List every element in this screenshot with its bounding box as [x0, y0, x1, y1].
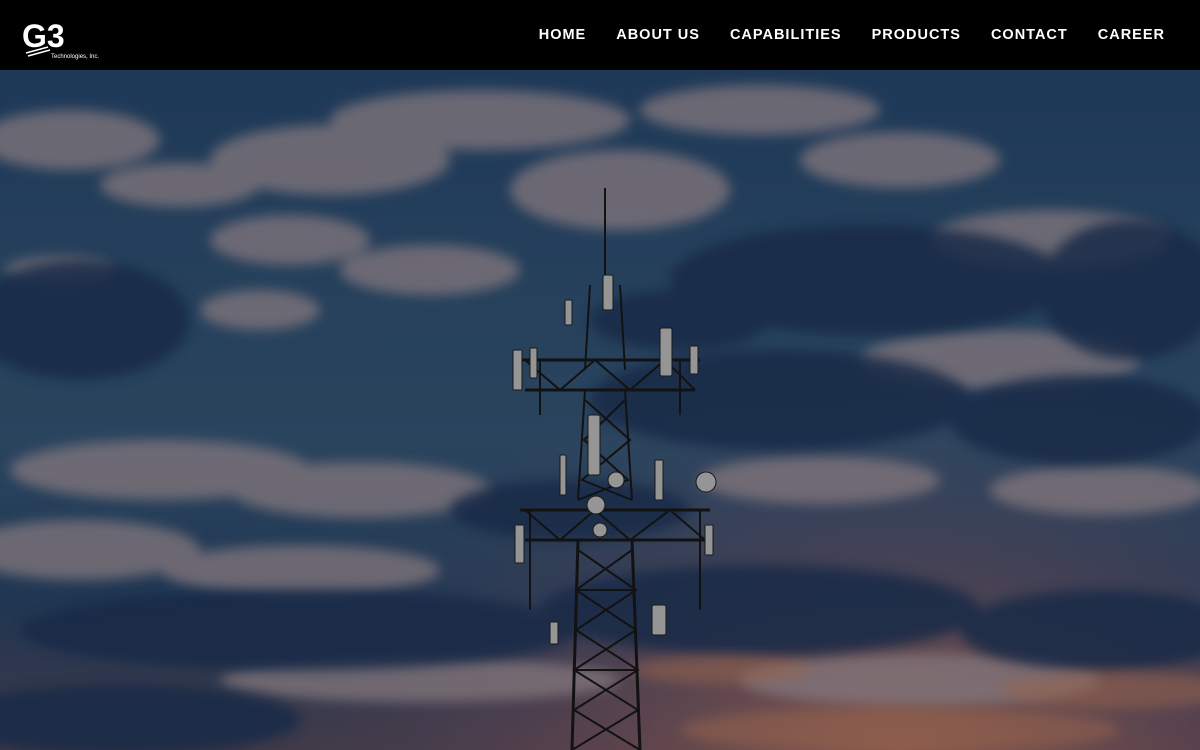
nav-home[interactable]: HOME: [539, 27, 587, 43]
site-header: G3 Technologies, Inc. HOME ABOUT US CAPA…: [0, 0, 1200, 70]
main-nav: HOME ABOUT US CAPABILITIES PRODUCTS CONT…: [539, 0, 1165, 70]
nav-capabilities[interactable]: CAPABILITIES: [730, 27, 842, 43]
hero-dark-overlay: [0, 70, 1200, 750]
logo-subtitle: Technologies, Inc.: [51, 54, 99, 60]
nav-contact[interactable]: CONTACT: [991, 27, 1068, 43]
nav-about-us[interactable]: ABOUT US: [616, 27, 700, 43]
page: G3 Technologies, Inc. HOME ABOUT US CAPA…: [0, 0, 1200, 750]
nav-products[interactable]: PRODUCTS: [872, 27, 961, 43]
logo-mark-icon: G3 Technologies, Inc.: [22, 18, 99, 60]
hero-banner: [0, 70, 1200, 750]
g3-logo[interactable]: G3 Technologies, Inc.: [22, 17, 112, 61]
nav-career[interactable]: CAREER: [1098, 27, 1165, 43]
